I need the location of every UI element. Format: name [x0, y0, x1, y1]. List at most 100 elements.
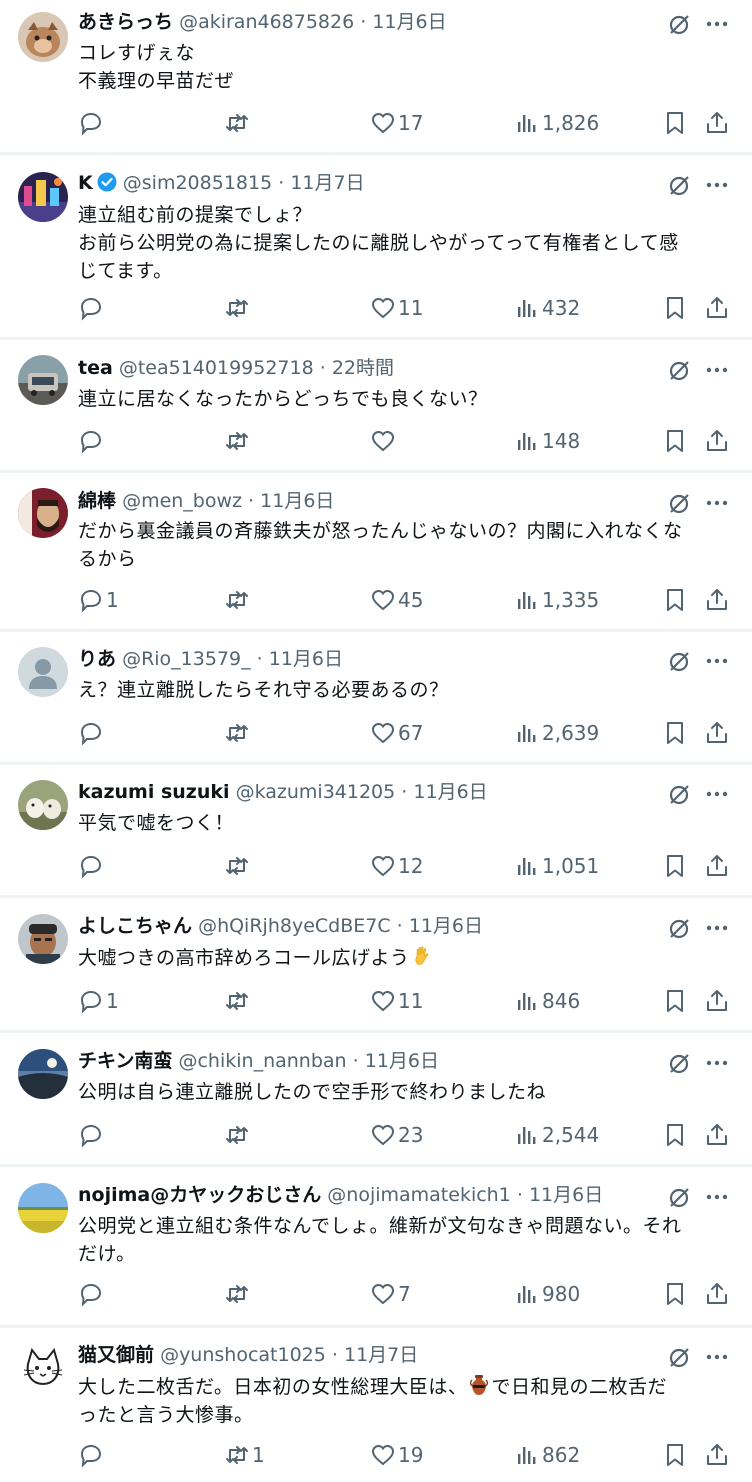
- grok-icon[interactable]: [666, 172, 692, 198]
- views-button[interactable]: 862: [514, 1440, 580, 1470]
- avatar[interactable]: [18, 172, 68, 222]
- like-button[interactable]: 7: [370, 1279, 411, 1309]
- grok-icon[interactable]: [666, 1344, 692, 1370]
- timestamp[interactable]: 11月6日: [260, 490, 334, 512]
- bookmark-button[interactable]: [662, 585, 688, 615]
- timestamp[interactable]: 11月6日: [269, 648, 343, 670]
- reply-button[interactable]: [78, 851, 106, 881]
- more-icon[interactable]: [704, 648, 730, 674]
- display-name[interactable]: tea: [78, 357, 113, 379]
- reply-post[interactable]: チキン南蛮 @chikin_nannban · 11月6日 公明は自ら連立離脱し…: [0, 1033, 752, 1164]
- grok-icon[interactable]: [666, 1050, 692, 1076]
- views-button[interactable]: 1,335: [514, 585, 599, 615]
- grok-icon[interactable]: [666, 915, 692, 941]
- reply-button[interactable]: [78, 426, 106, 456]
- reply-button[interactable]: [78, 718, 106, 748]
- views-button[interactable]: 980: [514, 1279, 580, 1309]
- reply-button[interactable]: [78, 1440, 106, 1470]
- grok-icon[interactable]: [666, 781, 692, 807]
- more-icon[interactable]: [704, 1184, 730, 1210]
- display-name[interactable]: りあ: [78, 648, 116, 670]
- like-button[interactable]: 23: [370, 1120, 423, 1150]
- share-button[interactable]: [704, 986, 730, 1016]
- views-button[interactable]: 2,544: [514, 1120, 599, 1150]
- user-handle[interactable]: @chikin_nannban: [178, 1050, 346, 1072]
- bookmark-button[interactable]: [662, 108, 688, 138]
- repost-button[interactable]: [224, 293, 252, 323]
- avatar[interactable]: [18, 488, 68, 538]
- share-button[interactable]: [704, 1440, 730, 1470]
- reply-post[interactable]: K @sim20851815 · 11月7日 連立組む前の提案でしょ？ お前ら公…: [0, 155, 752, 337]
- views-button[interactable]: 1,051: [514, 851, 599, 881]
- reply-button[interactable]: [78, 108, 106, 138]
- grok-icon[interactable]: [666, 1184, 692, 1210]
- share-button[interactable]: [704, 585, 730, 615]
- like-button[interactable]: 11: [370, 986, 423, 1016]
- repost-button[interactable]: [224, 108, 252, 138]
- bookmark-button[interactable]: [662, 851, 688, 881]
- reply-button[interactable]: 1: [78, 585, 119, 615]
- timestamp[interactable]: 11月6日: [365, 1050, 439, 1072]
- grok-icon[interactable]: [666, 357, 692, 383]
- user-handle[interactable]: @tea514019952718: [119, 357, 314, 379]
- user-handle[interactable]: @hQiRjh8yeCdBE7C: [198, 915, 391, 937]
- avatar[interactable]: [18, 1342, 68, 1392]
- bookmark-button[interactable]: [662, 986, 688, 1016]
- timestamp[interactable]: 11月6日: [409, 915, 483, 937]
- bookmark-button[interactable]: [662, 426, 688, 456]
- reply-button[interactable]: [78, 293, 106, 323]
- timestamp[interactable]: 11月6日: [529, 1184, 603, 1206]
- like-button[interactable]: 11: [370, 293, 423, 323]
- more-icon[interactable]: [704, 11, 730, 37]
- reply-post[interactable]: りあ @Rio_13579_ · 11月6日 え？連立離脱したらそれ守る必要ある…: [0, 632, 752, 762]
- reply-post[interactable]: 猫又御前 @yunshocat1025 · 11月7日 大した二枚舌だ。日本初の…: [0, 1328, 752, 1482]
- share-button[interactable]: [704, 108, 730, 138]
- reply-button[interactable]: 1: [78, 986, 119, 1016]
- display-name[interactable]: よしこちゃん: [78, 915, 192, 937]
- like-button[interactable]: 67: [370, 718, 423, 748]
- share-button[interactable]: [704, 426, 730, 456]
- display-name[interactable]: チキン南蛮: [78, 1050, 172, 1072]
- bookmark-button[interactable]: [662, 1279, 688, 1309]
- more-icon[interactable]: [704, 1344, 730, 1370]
- bookmark-button[interactable]: [662, 293, 688, 323]
- like-button[interactable]: [370, 426, 398, 456]
- share-button[interactable]: [704, 1120, 730, 1150]
- share-button[interactable]: [704, 718, 730, 748]
- bookmark-button[interactable]: [662, 1120, 688, 1150]
- user-handle[interactable]: @sim20851815: [123, 172, 272, 194]
- more-icon[interactable]: [704, 172, 730, 198]
- repost-button[interactable]: [224, 986, 252, 1016]
- grok-icon[interactable]: [666, 648, 692, 674]
- display-name[interactable]: あきらっち: [78, 11, 173, 33]
- repost-button[interactable]: [224, 1120, 252, 1150]
- display-name[interactable]: 猫又御前: [78, 1344, 154, 1366]
- reply-post[interactable]: 綿棒 @men_bowz · 11月6日 だから裏金議員の斉藤鉄夫が怒ったんじゃ…: [0, 473, 752, 629]
- like-button[interactable]: 19: [370, 1440, 423, 1470]
- repost-button[interactable]: [224, 851, 252, 881]
- more-icon[interactable]: [704, 915, 730, 941]
- more-icon[interactable]: [704, 1050, 730, 1076]
- avatar[interactable]: [18, 1183, 68, 1233]
- reply-button[interactable]: [78, 1120, 106, 1150]
- reply-post[interactable]: よしこちゃん @hQiRjh8yeCdBE7C · 11月6日 大嘘つきの高市辞…: [0, 898, 752, 1030]
- more-icon[interactable]: [704, 490, 730, 516]
- repost-button[interactable]: [224, 718, 252, 748]
- grok-icon[interactable]: [666, 11, 692, 37]
- reply-button[interactable]: [78, 1279, 106, 1309]
- timestamp[interactable]: 22時間: [332, 357, 394, 379]
- repost-button[interactable]: [224, 426, 252, 456]
- display-name[interactable]: 綿棒: [78, 490, 116, 512]
- share-button[interactable]: [704, 293, 730, 323]
- bookmark-button[interactable]: [662, 718, 688, 748]
- like-button[interactable]: 45: [370, 585, 423, 615]
- bookmark-button[interactable]: [662, 1440, 688, 1470]
- share-button[interactable]: [704, 851, 730, 881]
- display-name[interactable]: kazumi suzuki: [78, 781, 230, 803]
- display-name[interactable]: K: [78, 172, 93, 194]
- timestamp[interactable]: 11月6日: [372, 11, 446, 33]
- avatar[interactable]: [18, 355, 68, 405]
- reply-post[interactable]: tea @tea514019952718 · 22時間 連立に居なくなったからど…: [0, 340, 752, 470]
- repost-button[interactable]: [224, 1279, 252, 1309]
- user-handle[interactable]: @men_bowz: [122, 490, 242, 512]
